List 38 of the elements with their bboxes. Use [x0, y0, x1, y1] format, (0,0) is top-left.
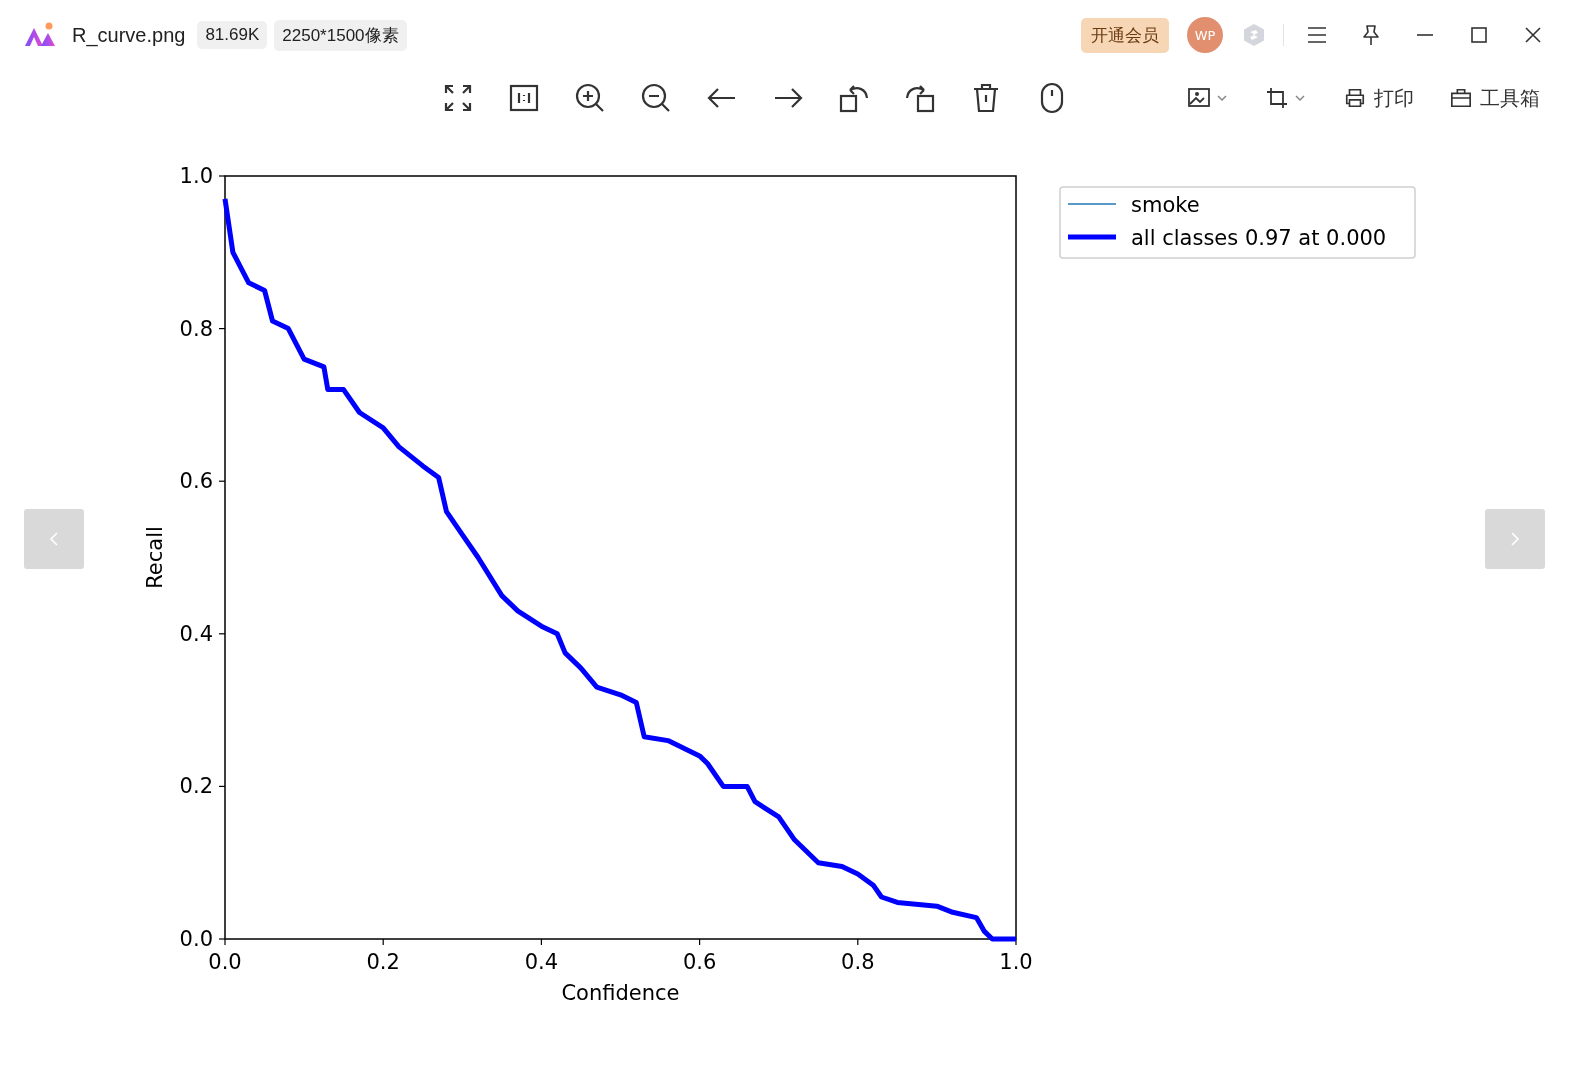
rotate-right-icon[interactable]: [904, 82, 936, 114]
y-tick-label: 0.4: [179, 621, 213, 646]
membership-button[interactable]: 开通会员: [1081, 17, 1169, 53]
y-axis-label: Recall: [143, 526, 167, 589]
app-logo-icon: [24, 22, 58, 48]
y-tick-label: 1.0: [179, 164, 213, 188]
print-button[interactable]: 打印: [1344, 84, 1414, 112]
file-name: R_curve.png: [72, 23, 186, 47]
fullscreen-icon[interactable]: [442, 82, 474, 114]
x-axis-label: Confidence: [561, 981, 680, 1005]
legend-label: smoke: [1131, 193, 1200, 217]
menu-icon[interactable]: [1306, 24, 1328, 46]
y-tick-label: 0.0: [179, 927, 213, 951]
x-tick-label: 0.8: [841, 950, 875, 974]
actual-size-icon[interactable]: [508, 82, 540, 114]
legend-label: all classes 0.97 at 0.000: [1131, 226, 1387, 250]
printer-icon: [1344, 87, 1366, 109]
y-tick-label: 0.6: [179, 469, 213, 494]
crop-dropdown-icon[interactable]: [1266, 86, 1308, 110]
x-tick-label: 0.2: [366, 950, 400, 974]
x-tick-label: 0.6: [682, 950, 717, 974]
zoom-out-icon[interactable]: [640, 82, 672, 114]
chevron-right-icon: [1509, 531, 1521, 547]
chevron-left-icon: [48, 531, 60, 547]
pin-icon[interactable]: [1360, 24, 1382, 46]
x-tick-label: 0.4: [524, 950, 559, 974]
file-size: 81.69K: [197, 21, 268, 49]
x-tick-label: 0.0: [208, 950, 242, 974]
briefcase-icon: [1450, 87, 1472, 109]
maximize-icon[interactable]: [1468, 24, 1490, 46]
rotate-left-icon[interactable]: [838, 82, 870, 114]
x-tick-label: 1.0: [999, 950, 1033, 974]
y-tick-label: 0.8: [179, 316, 213, 341]
zoom-in-icon[interactable]: [574, 82, 606, 114]
y-tick-label: 0.2: [179, 774, 213, 799]
toolbox-button[interactable]: 工具箱: [1450, 84, 1540, 112]
image-edit-dropdown-icon[interactable]: [1188, 86, 1230, 110]
image-dimensions: 2250*1500像素: [274, 19, 407, 51]
